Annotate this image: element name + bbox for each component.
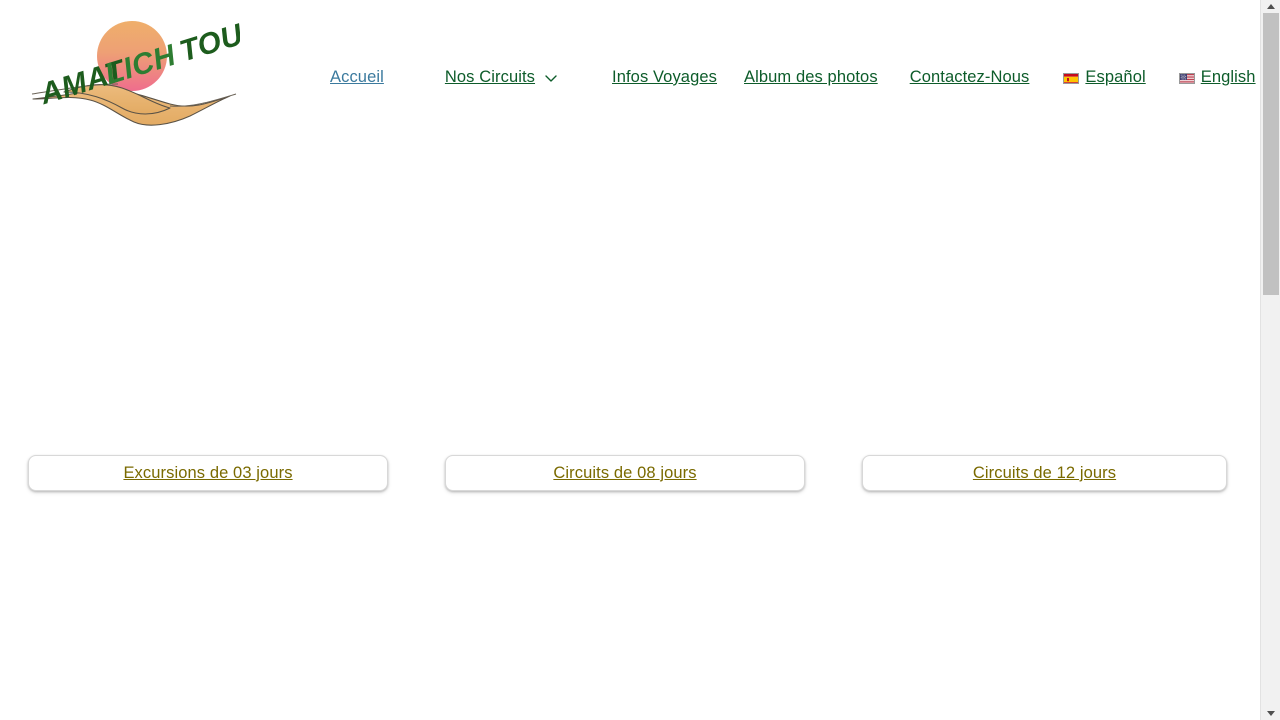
flag-spain-icon xyxy=(1063,72,1080,84)
nav-item-label: Infos Voyages xyxy=(612,67,717,86)
nav-item-album-des-photos[interactable]: Album des photos xyxy=(744,69,878,86)
tour-category-buttons: Excursions de 03 jours Circuits de 08 jo… xyxy=(0,455,1260,491)
nav-item-label: Nos Circuits xyxy=(444,67,536,86)
tour-button-label: Excursions de 03 jours xyxy=(123,463,293,482)
scroll-up-arrow-icon xyxy=(1266,4,1275,9)
tour-button-label: Circuits de 12 jours xyxy=(972,463,1117,482)
flag-usa-icon xyxy=(1178,72,1195,84)
svg-text:TOURS: TOURS xyxy=(176,6,240,69)
browser-page: AMAT LICH TOURS Accueil Nos Circuits Inf… xyxy=(0,0,1280,720)
site-header: AMAT LICH TOURS Accueil Nos Circuits Inf… xyxy=(0,0,1260,152)
scroll-up-button[interactable] xyxy=(1261,0,1280,13)
main-navigation: Accueil Nos Circuits Infos Voyages Album… xyxy=(330,62,1256,92)
tour-button-label: Circuits de 08 jours xyxy=(553,463,697,482)
nav-item-contactez-nous[interactable]: Contactez-Nous xyxy=(910,69,1030,86)
nav-item-infos-voyages[interactable]: Infos Voyages xyxy=(612,69,717,86)
tour-button-excursions-03-jours[interactable]: Excursions de 03 jours xyxy=(28,455,388,491)
page-viewport: AMAT LICH TOURS Accueil Nos Circuits Inf… xyxy=(0,0,1260,720)
vertical-scrollbar[interactable] xyxy=(1260,0,1280,720)
scroll-down-arrow-icon xyxy=(1266,711,1275,716)
nav-item-label: Accueil xyxy=(330,67,384,86)
scroll-down-button[interactable] xyxy=(1261,707,1280,720)
nav-item-espanol[interactable]: Español xyxy=(1063,67,1146,86)
nav-item-english[interactable]: English xyxy=(1178,67,1256,86)
scrollbar-thumb[interactable] xyxy=(1263,13,1279,295)
tour-button-circuits-12-jours[interactable]: Circuits de 12 jours xyxy=(862,455,1227,491)
nav-item-nos-circuits[interactable]: Nos Circuits xyxy=(445,69,558,86)
nav-item-label: Español xyxy=(1085,67,1146,86)
nav-item-label: English xyxy=(1200,67,1256,86)
nav-item-label: Album des photos xyxy=(744,67,878,86)
nav-item-label: Contactez-Nous xyxy=(909,67,1030,86)
tour-button-circuits-08-jours[interactable]: Circuits de 08 jours xyxy=(445,455,805,491)
nav-item-accueil[interactable]: Accueil xyxy=(330,69,384,86)
amatlich-tours-logo[interactable]: AMAT LICH TOURS xyxy=(30,4,240,140)
chevron-down-icon xyxy=(544,71,558,85)
